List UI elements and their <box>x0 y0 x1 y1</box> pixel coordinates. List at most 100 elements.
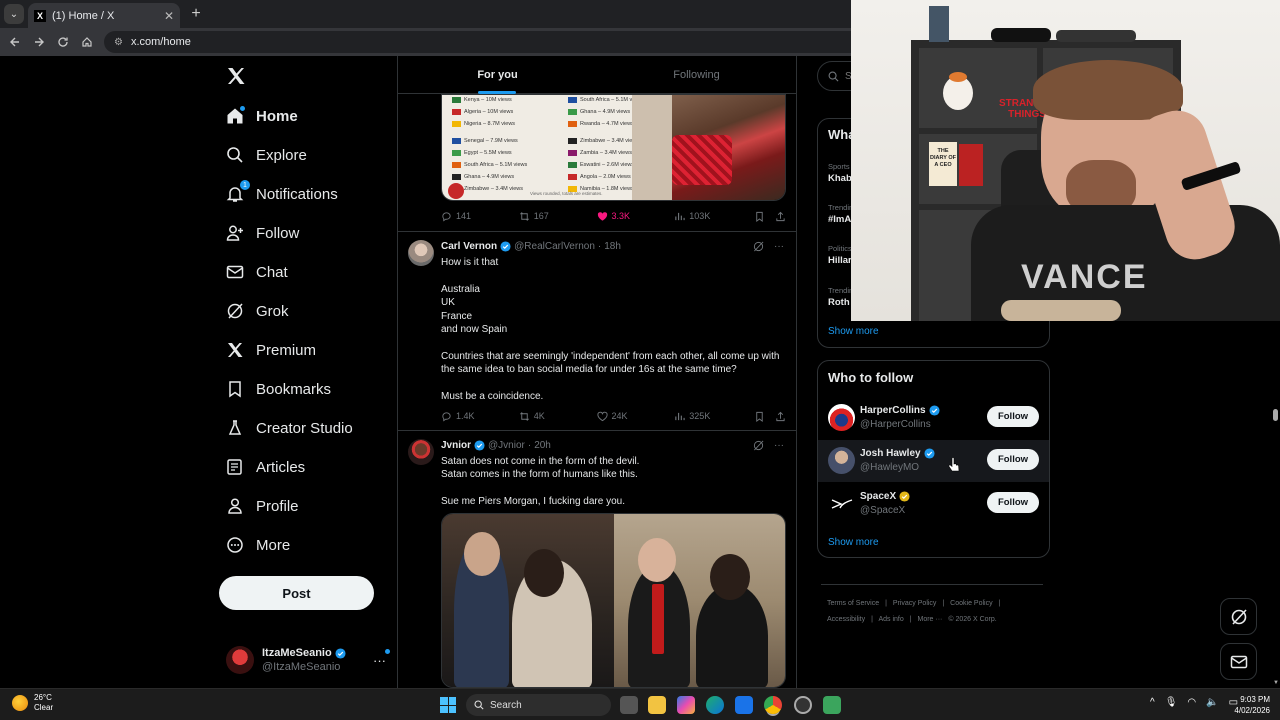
follow-button[interactable]: Follow <box>987 492 1039 513</box>
views-button[interactable]: 325K <box>674 411 752 422</box>
address-bar[interactable]: ⚙ x.com/home <box>104 31 864 53</box>
cursor-hand-icon <box>948 457 960 472</box>
footer-link[interactable]: More ··· <box>918 616 943 623</box>
tweet-time[interactable]: 18h <box>604 241 621 252</box>
tweet-avatar[interactable] <box>408 439 434 465</box>
account-switcher[interactable]: ItzaMeSeanio @ItzaMeSeanio ··· <box>226 642 390 678</box>
tab-for-you[interactable]: For you <box>398 56 597 94</box>
nav-home[interactable]: Home <box>226 102 298 130</box>
task-view-icon[interactable] <box>620 696 638 714</box>
follow-button[interactable]: Follow <box>987 406 1039 427</box>
nav-bookmarks[interactable]: Bookmarks <box>226 375 331 403</box>
nav-follow[interactable]: Follow <box>226 219 299 247</box>
reply-button[interactable]: 1.4K <box>441 411 519 422</box>
like-button[interactable]: 24K <box>596 411 675 422</box>
bookmark-icon[interactable] <box>754 211 765 222</box>
windows-start-icon[interactable] <box>440 697 456 713</box>
country-flag-icon <box>568 108 577 115</box>
verified-badge-icon <box>500 241 511 252</box>
nav-more[interactable]: More <box>226 531 290 559</box>
follow-button[interactable]: Follow <box>987 449 1039 470</box>
search-icon <box>226 146 244 164</box>
timeline: For you Following Kenya – 10M views South… <box>397 56 797 688</box>
bookmark-icon[interactable] <box>754 411 765 422</box>
tweet-avatar[interactable] <box>408 240 434 266</box>
nav-chat[interactable]: Chat <box>226 258 288 286</box>
tweet-handle[interactable]: @RealCarlVernon <box>514 241 595 252</box>
views-button[interactable]: 103K <box>674 211 752 222</box>
country-flag-icon <box>568 173 577 180</box>
tab-following[interactable]: Following <box>597 56 796 94</box>
tweet-jvnior[interactable]: Jvnior @Jvnior · 20h ··· Satan does not … <box>398 431 796 688</box>
grok-icon[interactable] <box>753 241 764 252</box>
footer-link[interactable]: Privacy Policy <box>893 600 937 607</box>
back-icon[interactable] <box>6 33 24 51</box>
obs-icon[interactable] <box>794 696 812 714</box>
mail-app-icon[interactable] <box>735 696 753 714</box>
country-flag-icon <box>452 120 461 127</box>
tweet-time[interactable]: 20h <box>534 440 551 451</box>
weather-widget[interactable]: 26°C Clear <box>12 693 53 713</box>
site-info-icon[interactable]: ⚙ <box>114 37 123 48</box>
show-more-link[interactable]: Show more <box>828 537 879 548</box>
tweet-carl-vernon[interactable]: Carl Vernon @RealCarlVernon · 18h ··· Ho… <box>398 232 796 429</box>
forward-icon[interactable] <box>30 33 48 51</box>
edge-icon[interactable] <box>706 696 724 714</box>
nav-creator-studio[interactable]: Creator Studio <box>226 414 353 442</box>
tweet-display-name[interactable]: Carl Vernon <box>441 241 497 252</box>
speaker-icon[interactable]: 🔈 <box>1206 697 1218 708</box>
taskbar-search[interactable]: Search <box>466 694 611 716</box>
chrome-icon[interactable] <box>764 696 782 714</box>
nav-explore[interactable]: Explore <box>226 141 307 169</box>
messages-fab-button[interactable] <box>1220 643 1257 680</box>
reply-button[interactable]: 141 <box>441 211 519 222</box>
repost-button[interactable]: 167 <box>519 211 597 222</box>
follow-suggestion[interactable]: Josh Hawley @HawleyMO Follow <box>818 440 1049 482</box>
wifi-icon[interactable]: ◠ <box>1187 697 1196 708</box>
microphone-icon[interactable]: 🎙 <box>1165 697 1178 708</box>
home-browser-icon[interactable] <box>78 33 96 51</box>
tweet-media-image[interactable] <box>441 513 786 688</box>
post-media-image[interactable]: Kenya – 10M views South Africa – 5.1M vie… <box>441 94 786 201</box>
close-tab-icon[interactable]: ✕ <box>164 9 174 23</box>
tweet-handle[interactable]: @Jvnior <box>488 440 525 451</box>
x-premium-icon <box>226 341 244 359</box>
app-icon[interactable] <box>823 696 841 714</box>
grok-icon[interactable] <box>753 440 764 451</box>
file-explorer-icon[interactable] <box>648 696 666 714</box>
post-button[interactable]: Post <box>219 576 374 610</box>
footer-link[interactable]: Accessibility <box>827 616 865 623</box>
tab-search-button[interactable]: ⌄ <box>4 4 24 24</box>
nav-premium[interactable]: Premium <box>226 336 316 364</box>
country-views-row: Rwanda – 4.7M views <box>568 120 634 127</box>
copilot-icon[interactable] <box>677 696 695 714</box>
reload-icon[interactable] <box>54 33 72 51</box>
nav-profile[interactable]: Profile <box>226 492 299 520</box>
show-more-link[interactable]: Show more <box>828 326 879 337</box>
account-more-icon[interactable]: ··· <box>373 648 390 668</box>
footer-link[interactable]: Terms of Service <box>827 600 879 607</box>
nav-grok[interactable]: Grok <box>226 297 289 325</box>
share-icon[interactable] <box>775 211 786 222</box>
tweet-more-icon[interactable]: ··· <box>774 440 784 451</box>
follow-suggestion[interactable]: HarperCollins @HarperCollins Follow <box>818 397 1049 439</box>
country-views-text: Kenya – 10M views <box>464 97 512 103</box>
x-logo-icon[interactable] <box>226 66 246 88</box>
grok-fab-button[interactable] <box>1220 598 1257 635</box>
tray-chevron-icon[interactable]: ^ <box>1150 697 1155 708</box>
nav-articles[interactable]: Articles <box>226 453 305 481</box>
taskbar-clock[interactable]: 9:03 PM 4/02/2026 <box>1222 694 1270 716</box>
footer-link[interactable]: Cookie Policy <box>950 600 992 607</box>
like-button[interactable]: 3.3K <box>597 211 675 222</box>
share-icon[interactable] <box>775 411 786 422</box>
footer-link[interactable]: Ads info <box>878 616 903 623</box>
tweet-display-name[interactable]: Jvnior <box>441 440 471 451</box>
nav-notifications[interactable]: 1 Notifications <box>226 180 338 208</box>
reply-icon <box>442 411 451 422</box>
new-tab-button[interactable]: + <box>186 4 206 24</box>
repost-button[interactable]: 4K <box>519 411 597 422</box>
tweet-more-icon[interactable]: ··· <box>774 241 784 252</box>
follow-suggestion[interactable]: SpaceX @SpaceX Follow <box>818 483 1049 525</box>
scrollbar-thumb[interactable] <box>1273 409 1278 421</box>
browser-tab-active[interactable]: X (1) Home / X ✕ <box>28 3 180 28</box>
